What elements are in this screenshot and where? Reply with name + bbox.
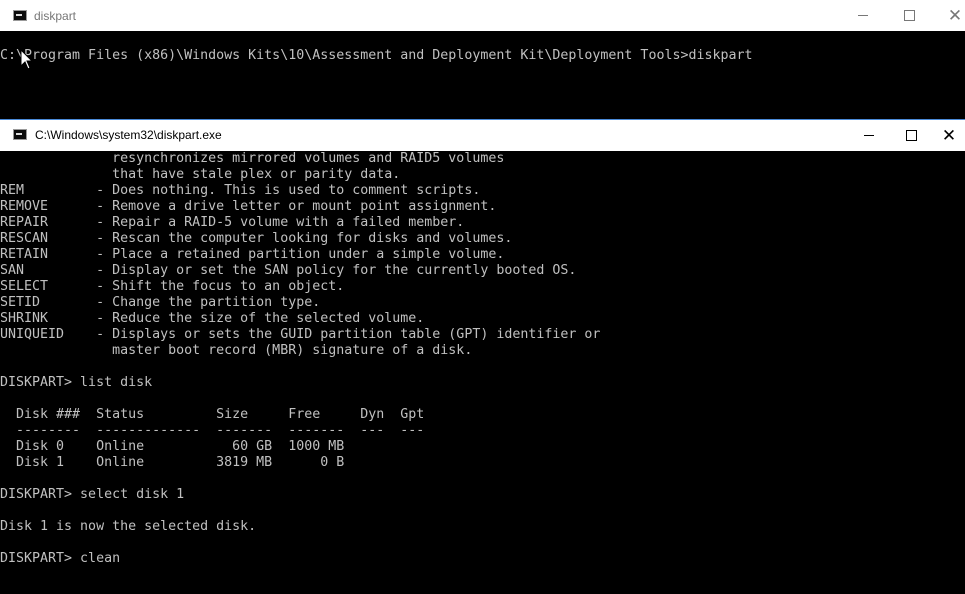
console-line: DISKPART> clean — [0, 551, 121, 566]
front-maximize-button[interactable] — [888, 120, 934, 150]
console-line: SAN - Display or set the SAN policy for … — [0, 263, 577, 278]
console-line: RESCAN - Rescan the computer looking for… — [0, 231, 513, 246]
back-window-titlebar[interactable]: diskpart ✕ — [0, 0, 965, 31]
console-line: UNIQUEID - Displays or sets the GUID par… — [0, 327, 601, 342]
console-line: master boot record (MBR) signature of a … — [0, 343, 473, 358]
maximize-icon — [903, 10, 915, 21]
close-icon: ✕ — [947, 6, 963, 25]
console-line: Disk 1 Online 3819 MB 0 B — [0, 455, 345, 470]
back-close-button[interactable]: ✕ — [932, 0, 965, 31]
console-line: Disk 0 Online 60 GB 1000 MB — [0, 439, 345, 454]
back-console-output[interactable]: C:\Program Files (x86)\Windows Kits\10\A… — [0, 31, 965, 119]
minimize-icon — [858, 15, 868, 16]
console-line: that have stale plex or parity data. — [0, 167, 401, 182]
console-line: SHRINK - Reduce the size of the selected… — [0, 311, 425, 326]
console-line: REMOVE - Remove a drive letter or mount … — [0, 199, 497, 214]
maximize-icon — [905, 129, 917, 141]
console-app-icon — [13, 129, 27, 140]
minimize-icon — [864, 134, 874, 136]
console-line: SETID - Change the partition type. — [0, 295, 321, 310]
front-minimize-button[interactable] — [846, 120, 892, 150]
console-line: resynchronizes mirrored volumes and RAID… — [0, 151, 505, 166]
console-line: Disk 1 is now the selected disk. — [0, 519, 257, 534]
front-console-output[interactable]: resynchronizes mirrored volumes and RAID… — [0, 151, 965, 594]
back-maximize-button[interactable] — [886, 0, 932, 31]
close-icon: ✕ — [941, 125, 957, 145]
front-window-titlebar[interactable]: C:\Windows\system32\diskpart.exe ✕ — [0, 119, 965, 151]
console-line: RETAIN - Place a retained partition unde… — [0, 247, 505, 262]
console-line: Disk ### Status Size Free Dyn Gpt — [0, 407, 425, 422]
back-window-title: diskpart — [34, 9, 77, 23]
back-minimize-button[interactable] — [840, 0, 886, 31]
console-line: REM - Does nothing. This is used to comm… — [0, 183, 481, 198]
console-line: REPAIR - Repair a RAID-5 volume with a f… — [0, 215, 465, 230]
console-app-icon — [13, 10, 27, 21]
mouse-cursor-icon — [20, 49, 34, 70]
front-window-title: C:\Windows\system32\diskpart.exe — [35, 128, 222, 142]
console-line: DISKPART> select disk 1 — [0, 487, 185, 502]
console-line: SELECT - Shift the focus to an object. — [0, 279, 345, 294]
console-line: C:\Program Files (x86)\Windows Kits\10\A… — [0, 48, 753, 63]
console-line: -------- ------------- ------- ------- -… — [0, 423, 425, 438]
front-close-button[interactable]: ✕ — [933, 120, 965, 150]
console-line: DISKPART> list disk — [0, 375, 153, 390]
